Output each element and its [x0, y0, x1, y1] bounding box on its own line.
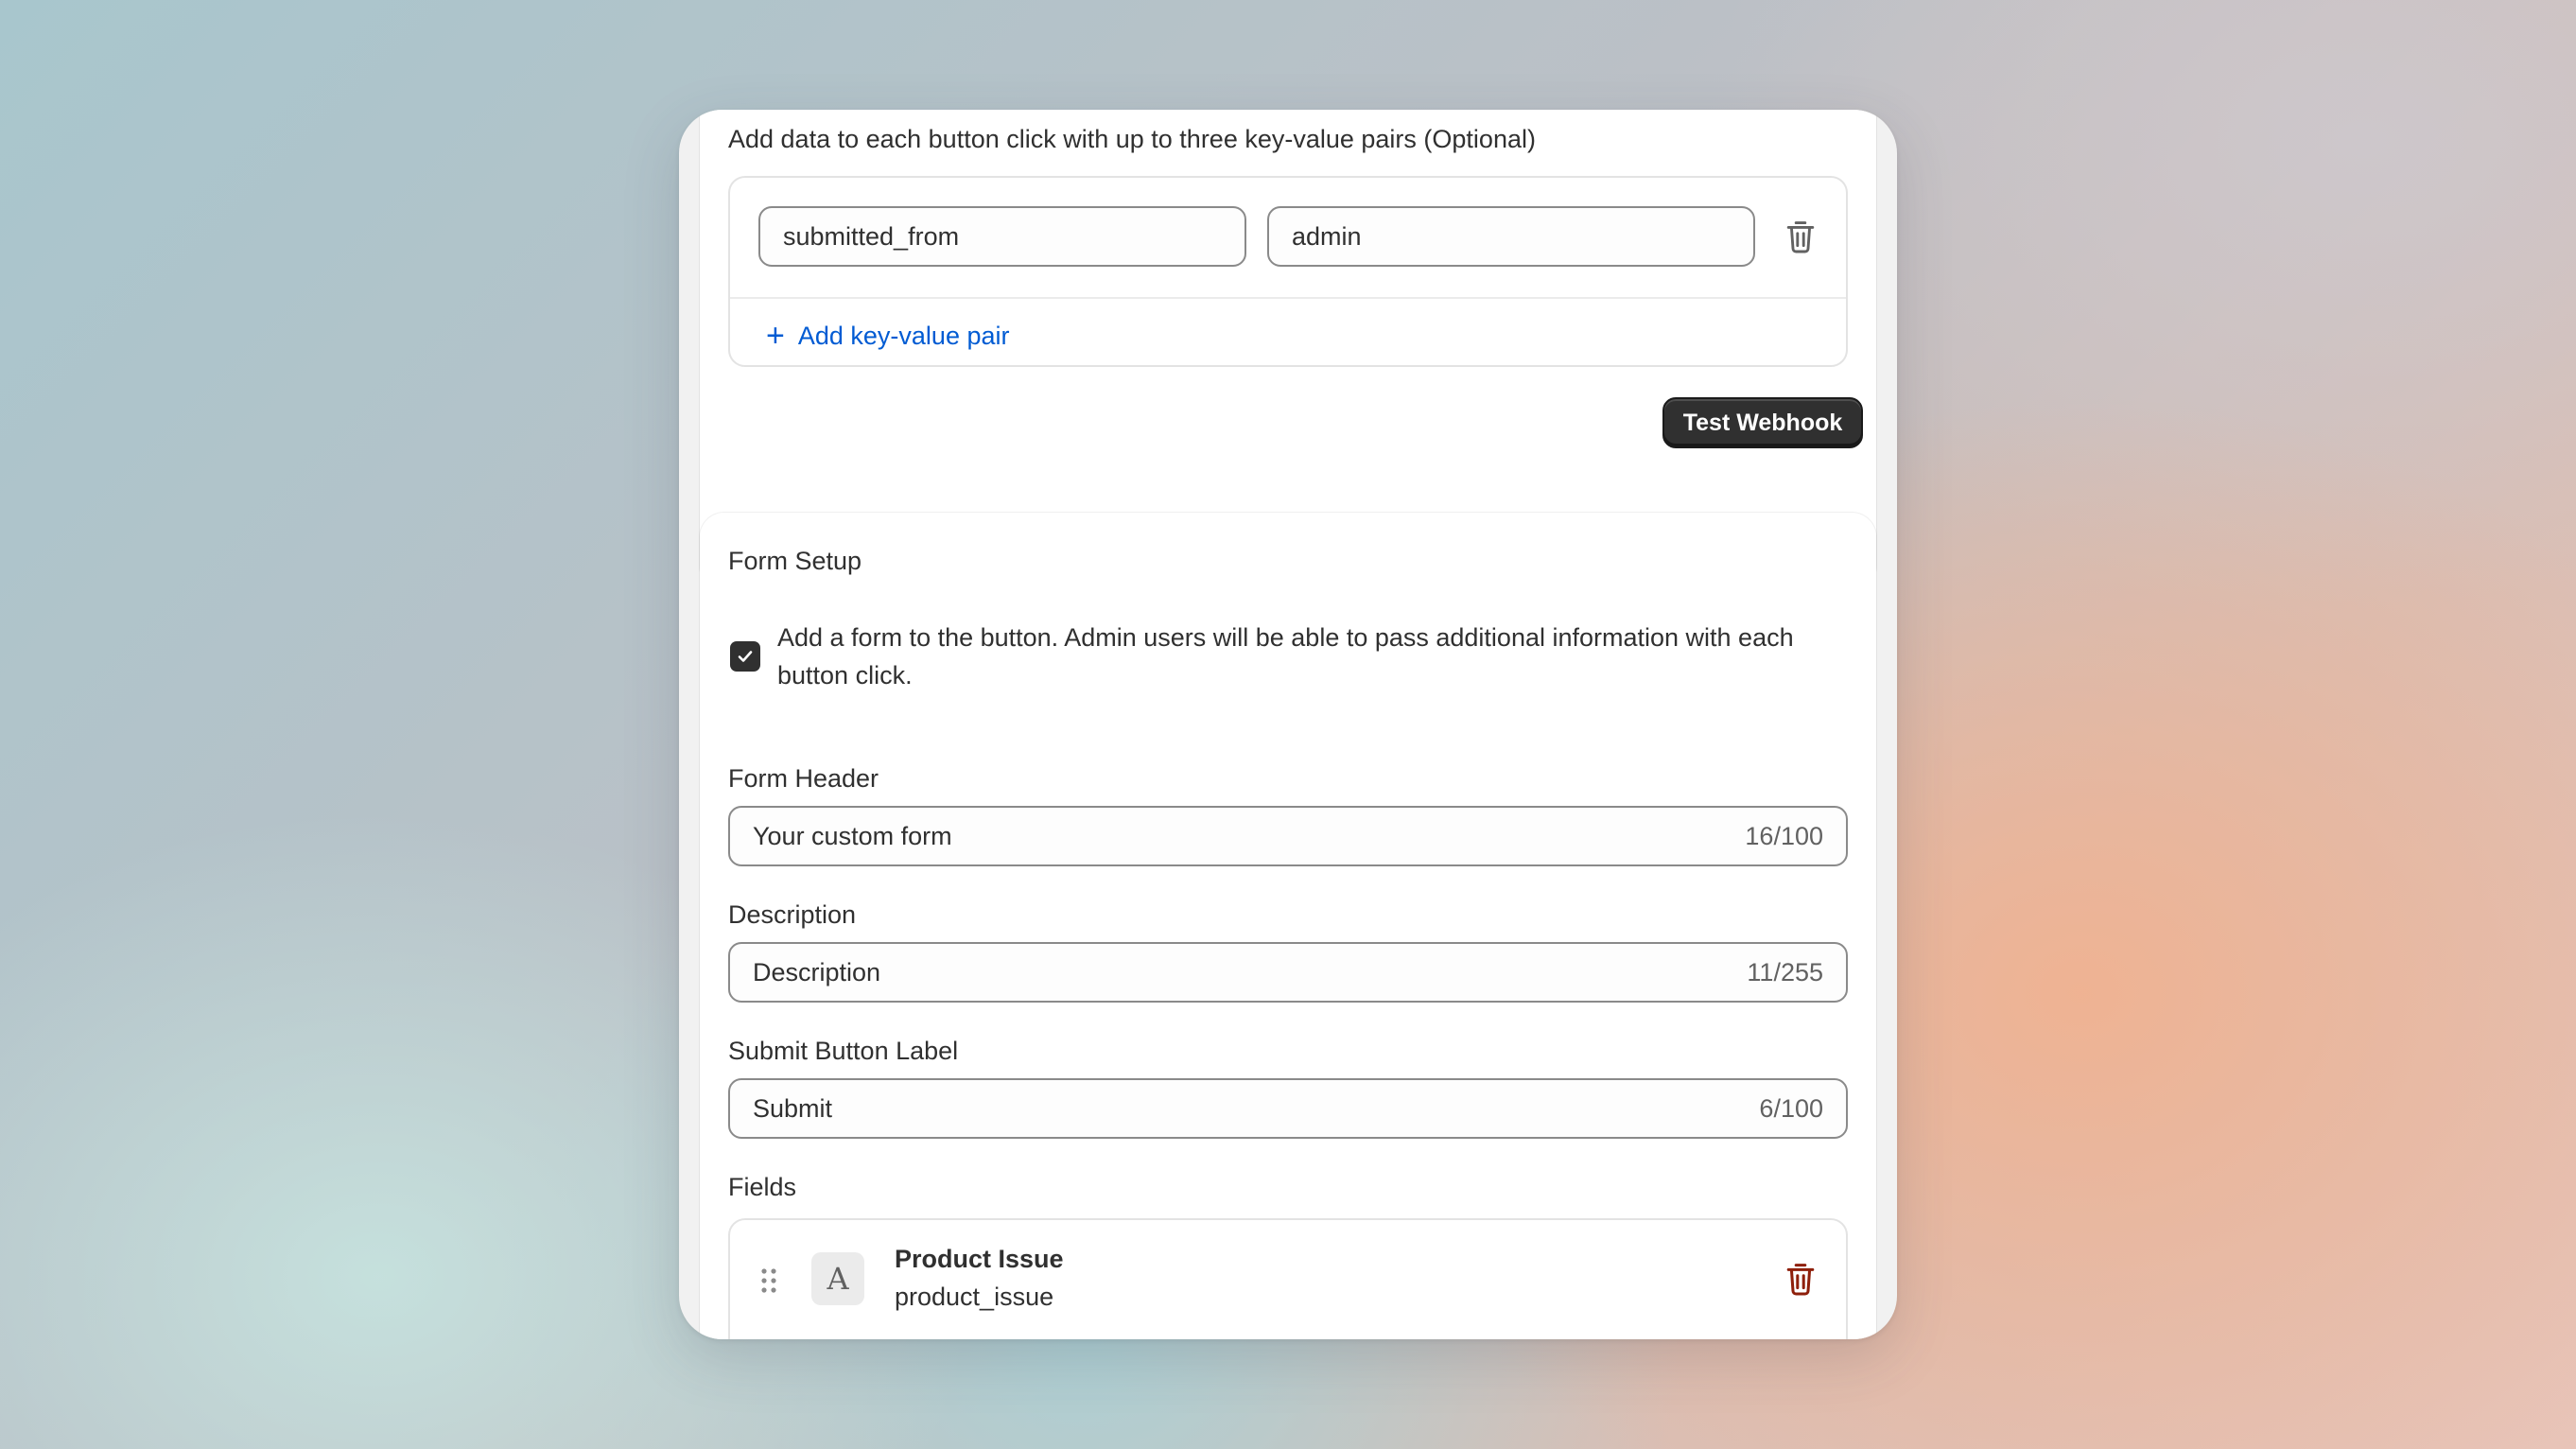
kv-key-input[interactable]: submitted_from — [758, 206, 1246, 267]
test-webhook-button[interactable]: Test Webhook — [1662, 397, 1863, 448]
fields-label: Fields — [728, 1173, 797, 1201]
text-type-icon: A — [811, 1252, 864, 1305]
checkmark-icon — [738, 651, 753, 662]
form-setup-title: Form Setup — [728, 547, 862, 575]
form-header-value: Your custom form — [753, 821, 952, 850]
plus-icon: + — [766, 318, 785, 354]
kv-pairs-box: submitted_from admin + Add key-value pai… — [728, 176, 1848, 367]
form-header-label: Form Header — [728, 764, 879, 793]
fields-list: A Product Issue product_issue — [728, 1218, 1848, 1339]
submit-label-value: Submit — [753, 1093, 833, 1123]
description-char-count: 11/255 — [1747, 957, 1823, 986]
description-input[interactable]: Description 11/255 — [728, 942, 1848, 1003]
kv-value-input[interactable]: admin — [1267, 206, 1755, 267]
description-value: Description — [753, 957, 881, 986]
field-name: Product Issue — [895, 1245, 1064, 1273]
description-label: Description — [728, 900, 857, 929]
delete-field-trash-icon[interactable] — [1785, 1262, 1816, 1296]
add-form-checkbox-label: Add a form to the button. Admin users wi… — [777, 623, 1794, 690]
kv-section-title: Add data to each button click with up to… — [728, 125, 1536, 153]
kv-pair-row: submitted_from admin — [730, 178, 1846, 299]
submit-button-label-input[interactable]: Submit 6/100 — [728, 1078, 1848, 1139]
form-header-char-count: 16/100 — [1745, 821, 1823, 850]
app-window: Add data to each button click with up to… — [679, 110, 1897, 1339]
add-key-value-pair-link[interactable]: + Add key-value pair — [766, 320, 1009, 352]
drag-handle-icon[interactable] — [760, 1267, 777, 1294]
submit-button-label-label: Submit Button Label — [728, 1037, 959, 1065]
add-form-checkbox[interactable] — [730, 641, 760, 672]
form-setup-card: Form Setup Add a form to the button. Adm… — [700, 513, 1876, 1339]
submit-label-char-count: 6/100 — [1759, 1093, 1823, 1123]
field-key: product_issue — [895, 1283, 1054, 1311]
form-header-input[interactable]: Your custom form 16/100 — [728, 806, 1848, 866]
delete-pair-trash-icon[interactable] — [1785, 219, 1816, 253]
add-pair-label: Add key-value pair — [797, 321, 1010, 350]
